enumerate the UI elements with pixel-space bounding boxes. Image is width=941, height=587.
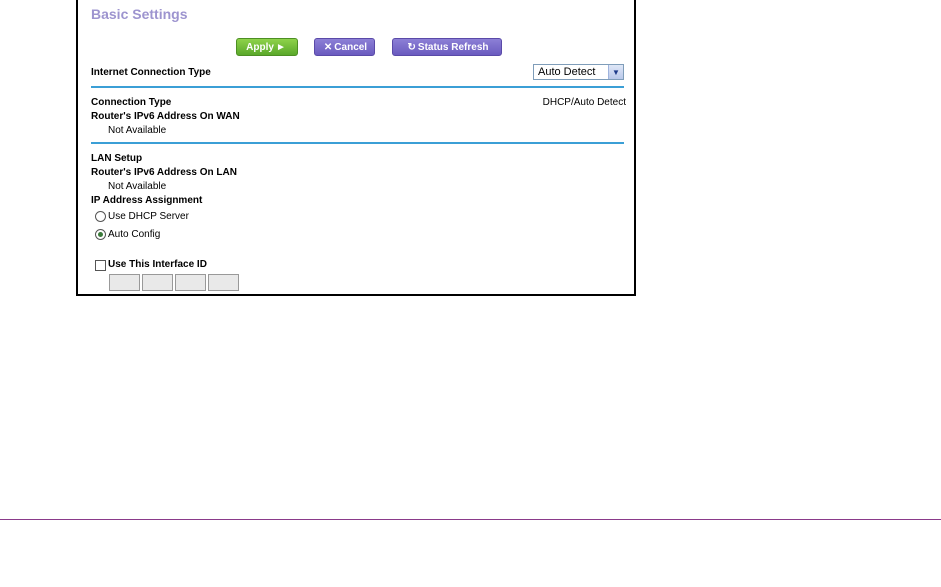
- play-arrow-icon: ►: [275, 41, 286, 53]
- use-interface-id-label: Use This Interface ID: [108, 259, 207, 270]
- cancel-label: Cancel: [334, 41, 368, 53]
- lan-setup-heading: LAN Setup: [91, 153, 143, 164]
- page-footer-rule: [0, 519, 941, 520]
- divider: [91, 86, 624, 88]
- interface-id-field-3[interactable]: [175, 274, 206, 291]
- lan-ipv6-value: Not Available: [108, 181, 167, 192]
- interface-id-field-2[interactable]: [142, 274, 173, 291]
- wan-ipv6-label: Router's IPv6 Address On WAN: [91, 111, 240, 122]
- page-title: Basic Settings: [91, 6, 188, 22]
- connection-type-value: DHCP/Auto Detect: [542, 97, 626, 108]
- interface-id-field-1[interactable]: [109, 274, 140, 291]
- internet-connection-type-select[interactable]: Auto Detect ▼: [533, 64, 624, 80]
- close-icon: ✕: [323, 41, 333, 53]
- radio-auto-config[interactable]: [95, 229, 106, 240]
- cancel-button[interactable]: ✕ Cancel: [314, 38, 375, 56]
- ip-assignment-label: IP Address Assignment: [91, 195, 203, 206]
- wan-ipv6-value: Not Available: [108, 125, 167, 136]
- settings-panel: Basic Settings Apply ► ✕ Cancel ↻ Status…: [76, 0, 636, 296]
- use-interface-id-checkbox[interactable]: [95, 260, 106, 271]
- connection-type-label: Connection Type: [91, 97, 172, 108]
- radio-label-dhcp: Use DHCP Server: [108, 211, 189, 222]
- interface-id-field-4[interactable]: [208, 274, 239, 291]
- select-value: Auto Detect: [538, 66, 596, 78]
- apply-button[interactable]: Apply ►: [236, 38, 298, 56]
- lan-ipv6-label: Router's IPv6 Address On LAN: [91, 167, 237, 178]
- divider: [91, 142, 624, 144]
- status-refresh-label: Status Refresh: [417, 41, 489, 53]
- radio-selected-dot: [98, 232, 103, 237]
- radio-label-auto-config: Auto Config: [108, 229, 161, 240]
- chevron-down-icon[interactable]: ▼: [608, 65, 623, 79]
- internet-connection-type-label: Internet Connection Type: [91, 67, 211, 78]
- refresh-icon: ↻: [407, 41, 416, 53]
- radio-use-dhcp-server[interactable]: [95, 211, 106, 222]
- status-refresh-button[interactable]: ↻ Status Refresh: [392, 38, 502, 56]
- apply-label: Apply: [246, 41, 274, 53]
